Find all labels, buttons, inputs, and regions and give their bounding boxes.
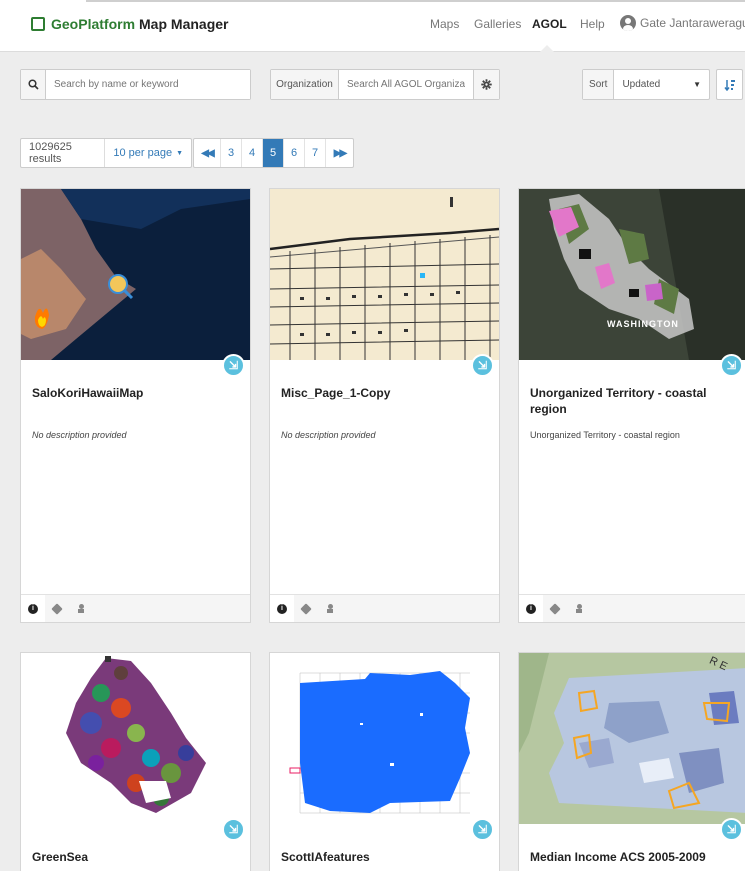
open-item-button[interactable]: ⇲ xyxy=(471,354,494,377)
user-name: Gate Jantaraweragul xyxy=(640,16,745,30)
brand-name-geo: GeoPlatform xyxy=(51,16,136,32)
tab-info[interactable]: i xyxy=(21,595,45,622)
map-thumbnail[interactable] xyxy=(21,189,250,360)
pagination-first-icon[interactable]: ◀◀ xyxy=(194,139,221,167)
pagination: ◀◀ 3 4 5 6 7 ▶▶ xyxy=(193,138,354,168)
card-footer-tabs: i xyxy=(519,594,745,622)
pagination-page-4[interactable]: 4 xyxy=(242,139,263,167)
per-page-dropdown[interactable]: 10 per page ▼ xyxy=(105,139,191,167)
active-nav-indicator xyxy=(539,45,555,53)
user-icon xyxy=(78,604,84,613)
organization-filter: Organization xyxy=(270,69,500,100)
open-item-button[interactable]: ⇲ xyxy=(222,818,245,841)
search-icon[interactable] xyxy=(21,70,46,99)
tab-tags[interactable] xyxy=(45,595,69,622)
sort-direction-icon xyxy=(723,79,735,91)
tab-owner[interactable] xyxy=(567,595,591,622)
navbar: GeoPlatform Map Manager Maps Galleries A… xyxy=(0,0,745,53)
map-card: ⇲ Misc_Page_1-Copy No description provid… xyxy=(269,188,500,623)
gear-icon[interactable] xyxy=(474,70,499,99)
card-title[interactable]: Unorganized Territory - coastal region xyxy=(530,385,735,417)
tag-icon xyxy=(549,602,561,615)
map-card: WASHINGTON ⇲ Unorganized Territory - coa… xyxy=(518,188,745,623)
open-item-button[interactable]: ⇲ xyxy=(720,354,743,377)
map-thumbnail[interactable] xyxy=(270,189,499,360)
card-footer-tabs: i xyxy=(270,594,499,622)
map-thumbnail[interactable] xyxy=(21,653,250,824)
tab-tags[interactable] xyxy=(294,595,318,622)
card-title[interactable]: Median Income ACS 2005-2009 xyxy=(530,849,735,865)
card-description: No description provided xyxy=(32,430,127,440)
map-thumbnail[interactable]: WASHINGTON xyxy=(519,189,745,360)
map-label-washington: WASHINGTON xyxy=(607,319,679,329)
results-count: 1029625 results xyxy=(21,139,106,167)
sort-label: Sort xyxy=(583,70,615,99)
search-input[interactable] xyxy=(46,70,250,99)
geoplatform-logo-icon xyxy=(31,17,45,31)
chevron-down-icon: ▼ xyxy=(176,149,183,157)
map-card: R E ⇲ Median Income ACS 2005-2009 xyxy=(518,652,745,871)
results-summary: 1029625 results 10 per page ▼ xyxy=(20,138,192,168)
map-card: ⇲ GreenSea xyxy=(20,652,251,871)
nav-link-help[interactable]: Help xyxy=(580,17,605,31)
card-footer-tabs: i xyxy=(21,594,250,622)
info-icon: i xyxy=(277,603,287,614)
map-thumbnail[interactable] xyxy=(270,653,499,824)
navbar-top-border xyxy=(86,0,745,2)
tab-owner[interactable] xyxy=(318,595,342,622)
sort-group: Sort Updated ▼ xyxy=(582,69,710,100)
nav-link-galleries[interactable]: Galleries xyxy=(474,17,521,31)
user-avatar-icon xyxy=(620,15,636,31)
tag-icon xyxy=(300,602,312,615)
info-icon: i xyxy=(526,603,536,614)
nav-link-maps[interactable]: Maps xyxy=(430,17,459,31)
sort-selected-value: Updated xyxy=(622,79,661,90)
open-item-button[interactable]: ⇲ xyxy=(720,818,743,841)
tab-info[interactable]: i xyxy=(270,595,294,622)
pagination-page-6[interactable]: 6 xyxy=(284,139,305,167)
open-item-button[interactable]: ⇲ xyxy=(222,354,245,377)
tab-owner[interactable] xyxy=(69,595,93,622)
tag-icon xyxy=(51,602,63,615)
pagination-page-3[interactable]: 3 xyxy=(221,139,242,167)
per-page-label: 10 per page xyxy=(113,147,173,159)
map-card: ⇲ SaloKoriHawaiiMap No description provi… xyxy=(20,188,251,623)
chevron-down-icon: ▼ xyxy=(693,80,701,89)
brand-logo-link[interactable]: GeoPlatform Map Manager xyxy=(31,16,228,32)
tab-tags[interactable] xyxy=(543,595,567,622)
pagination-last-icon[interactable]: ▶▶ xyxy=(326,139,353,167)
card-title[interactable]: GreenSea xyxy=(32,849,237,865)
pagination-page-7[interactable]: 7 xyxy=(305,139,326,167)
search-group xyxy=(20,69,251,100)
sort-direction-button[interactable] xyxy=(716,69,743,100)
info-icon: i xyxy=(28,603,38,614)
user-icon xyxy=(327,604,333,613)
open-item-button[interactable]: ⇲ xyxy=(471,818,494,841)
nav-link-agol[interactable]: AGOL xyxy=(532,17,567,31)
brand-name-rest: Map Manager xyxy=(139,16,229,32)
card-title[interactable]: ScottIAfeatures xyxy=(281,849,486,865)
card-description: No description provided xyxy=(281,430,376,440)
pagination-page-5-current[interactable]: 5 xyxy=(263,139,284,167)
tab-info[interactable]: i xyxy=(519,595,543,622)
map-thumbnail[interactable]: R E xyxy=(519,653,745,824)
card-title[interactable]: SaloKoriHawaiiMap xyxy=(32,385,237,401)
organization-search-input[interactable] xyxy=(339,70,474,99)
user-icon xyxy=(576,604,582,613)
organization-label: Organization xyxy=(271,70,339,99)
sort-select[interactable]: Updated ▼ xyxy=(614,70,709,99)
card-description: Unorganized Territory - coastal region xyxy=(530,430,680,440)
card-title[interactable]: Misc_Page_1-Copy xyxy=(281,385,486,401)
map-card: ⇲ ScottIAfeatures xyxy=(269,652,500,871)
user-menu[interactable]: Gate Jantaraweragul ▾ xyxy=(620,15,745,31)
